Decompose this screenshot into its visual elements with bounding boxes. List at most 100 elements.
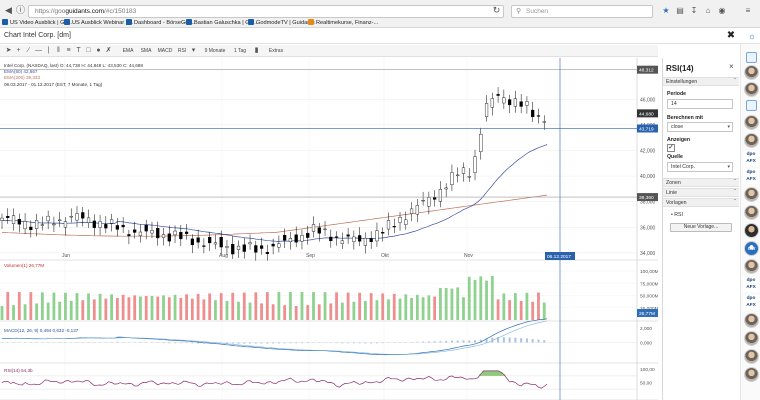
- candle: [479, 127, 483, 160]
- rsi-axis-label: 50,00: [640, 381, 652, 387]
- channel-icon[interactable]: ‖: [54, 46, 63, 56]
- marker-icon[interactable]: ●: [94, 46, 103, 56]
- bookmark-item[interactable]: Dashboard - BörseGo ...: [126, 18, 195, 28]
- text-icon[interactable]: T: [74, 46, 83, 56]
- volume-bar: [410, 297, 413, 320]
- reload-icon[interactable]: ↻: [491, 5, 502, 16]
- avatar[interactable]: [744, 259, 759, 274]
- candle-type-icon[interactable]: ▮: [252, 46, 261, 56]
- arrow-icon[interactable]: ➤: [4, 46, 13, 56]
- template-item[interactable]: • RSI: [671, 212, 683, 218]
- avatar[interactable]: [744, 82, 759, 97]
- section-line[interactable]: Linie ˇ: [663, 188, 739, 197]
- volume-bar: [208, 293, 212, 320]
- crosshair-icon[interactable]: +: [14, 46, 23, 56]
- toolbar-ema[interactable]: EMA: [119, 46, 137, 56]
- candle-body: [133, 229, 137, 233]
- price-chart[interactable]: 46,00044,00042,00040,00038,00036,00034,0…: [0, 58, 658, 400]
- url-bar[interactable]: https://googuidants.com/#c/150183: [28, 5, 504, 18]
- dpa-afx-logo[interactable]: dpo AFX: [743, 277, 759, 292]
- eraser-icon[interactable]: ✗: [104, 46, 113, 56]
- dpa-afx-logo[interactable]: dpo AFX: [743, 169, 759, 184]
- toolbar-period[interactable]: 9 Monate: [200, 46, 230, 56]
- guidants-favicon: [186, 19, 192, 25]
- reading-list-icon[interactable]: ▤: [675, 6, 685, 16]
- new-template-button[interactable]: Neue Vorlage...: [670, 223, 732, 232]
- avatar[interactable]: [744, 331, 759, 346]
- gw-badge[interactable]: GW: [744, 241, 759, 256]
- candle: [63, 217, 68, 236]
- avatar[interactable]: [744, 133, 759, 148]
- vline-icon[interactable]: |: [44, 46, 53, 56]
- macd-histogram-bar: [300, 342, 303, 344]
- hline-icon[interactable]: —: [34, 46, 43, 56]
- section-templates[interactable]: Vorlagen ˆ: [663, 198, 739, 207]
- volume-bar: [92, 299, 96, 320]
- bookmark-item[interactable]: US Video Ausblick | Gu...: [2, 18, 72, 28]
- chevron-down-icon[interactable]: ▾: [189, 46, 198, 56]
- avatar[interactable]: [744, 65, 759, 80]
- candle-body: [358, 235, 362, 242]
- avatar[interactable]: [744, 349, 759, 364]
- macd-histogram-bar: [162, 342, 165, 344]
- bulb-icon[interactable]: [746, 52, 757, 63]
- calc-label: Berechnen mit: [667, 115, 704, 121]
- fibonacci-icon[interactable]: ≡: [64, 46, 73, 56]
- macd-histogram-bar: [306, 342, 309, 344]
- candle-body: [161, 234, 166, 238]
- candle: [231, 235, 235, 259]
- candle-body: [29, 226, 33, 231]
- close-icon[interactable]: ✖: [725, 30, 737, 42]
- bookmark-item[interactable]: GodmodeTV | Guidants: [248, 18, 315, 28]
- toolbar-interval[interactable]: 1 Tag: [228, 46, 252, 56]
- chart-area[interactable]: 46,00044,00042,00040,00038,00036,00034,0…: [0, 58, 658, 400]
- candle-body: [473, 156, 477, 173]
- toolbar-sma[interactable]: SMA: [137, 46, 155, 56]
- section-zones[interactable]: Zonen ˇ: [663, 178, 739, 187]
- pin-icon[interactable]: [746, 100, 757, 111]
- show-checkbox[interactable]: ✓: [667, 144, 675, 152]
- bookmark-item[interactable]: US Ausblick Webinar | ...: [64, 18, 133, 28]
- toolbar-rsi[interactable]: RSI: [175, 46, 189, 56]
- avatar[interactable]: [744, 187, 759, 202]
- bookmark-star-icon[interactable]: ★: [661, 6, 671, 16]
- bookmark-item[interactable]: Bastian Galuschka | Gu...: [186, 18, 257, 28]
- section-settings[interactable]: Einstellungen ˆ: [663, 77, 739, 86]
- candle-body: [283, 234, 287, 241]
- toolbar-macd[interactable]: MACD: [155, 46, 175, 56]
- menu-icon[interactable]: ≡: [743, 6, 753, 16]
- toolbar-extras[interactable]: Extras: [262, 46, 290, 56]
- lightbulb-icon[interactable]: ☼: [746, 30, 758, 42]
- dpa-afx-logo[interactable]: dpo AFX: [743, 151, 759, 166]
- avatar[interactable]: [744, 223, 759, 238]
- candle: [46, 210, 50, 230]
- period-input[interactable]: 14: [667, 99, 733, 109]
- search-field[interactable]: ⚲ Suchen: [511, 5, 653, 18]
- volume-bar: [306, 305, 310, 320]
- candle-body: [254, 245, 258, 253]
- extensions-icon[interactable]: ◉: [717, 6, 727, 16]
- volume-bar: [496, 299, 500, 320]
- candle: [438, 181, 442, 208]
- rectangle-icon[interactable]: □: [84, 46, 93, 56]
- home-icon[interactable]: ⌂: [703, 6, 713, 16]
- macd-histogram-bar: [197, 342, 200, 344]
- volume-bar: [335, 292, 338, 320]
- calc-select[interactable]: close ▾: [667, 122, 733, 132]
- panel-close-icon[interactable]: ×: [729, 63, 737, 71]
- period-label: Periode: [667, 91, 687, 97]
- avatar[interactable]: [744, 205, 759, 220]
- trendline-icon[interactable]: ∕: [24, 46, 33, 56]
- dpa-afx-logo[interactable]: dpo AFX: [743, 295, 759, 310]
- back-icon[interactable]: ◀: [3, 5, 14, 16]
- candle: [334, 231, 339, 246]
- candle-body: [531, 109, 535, 117]
- avatar[interactable]: [744, 313, 759, 328]
- avatar[interactable]: [744, 115, 759, 130]
- bookmark-item[interactable]: Realtimekurse, Finanz-...: [308, 18, 378, 28]
- source-select[interactable]: Intel Corp. ▾: [667, 162, 733, 172]
- volume-bar: [0, 306, 4, 320]
- avatar[interactable]: [744, 367, 759, 382]
- rsi-axis-label: 100,00: [640, 367, 655, 373]
- download-icon[interactable]: ↧: [689, 6, 699, 16]
